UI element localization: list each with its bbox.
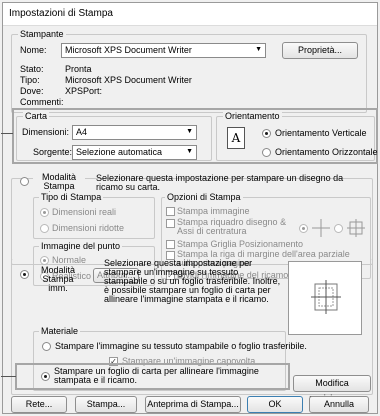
ok-button[interactable]: OK bbox=[247, 396, 303, 413]
printer-legend: Stampante bbox=[18, 29, 66, 39]
actual-size-radio[interactable] bbox=[40, 208, 49, 217]
paper-source-value: Selezione automatica bbox=[76, 147, 163, 157]
align-sheet-radio[interactable] bbox=[41, 372, 50, 381]
properties-button[interactable]: Proprietà... bbox=[282, 42, 358, 59]
printer-name-label: Nome: bbox=[20, 45, 47, 55]
print-options-legend: Opzioni di Stampa bbox=[165, 192, 243, 202]
dialog-title: Impostazioni di Stampa bbox=[9, 8, 113, 19]
image-mode-description: Selezionare questa impostazione per stam… bbox=[104, 258, 281, 304]
print-type-group: Tipo di Stampa Dimensioni reali Dimensio… bbox=[33, 192, 155, 239]
printer-name-select[interactable]: Microsoft XPS Document Writer ▼ bbox=[61, 43, 266, 58]
print-button[interactable]: Stampa... bbox=[75, 396, 137, 413]
portrait-page-icon: A bbox=[227, 127, 245, 149]
cancel-button[interactable]: Annulla bbox=[309, 396, 369, 413]
printer-group: Stampante Nome: Microsoft XPS Document W… bbox=[11, 29, 367, 113]
paper-group: Carta Dimensioni: A4 ▼ Sorgente: Selezio… bbox=[16, 111, 212, 161]
print-settings-dialog: Impostazioni di Stampa Stampante Nome: M… bbox=[1, 2, 378, 414]
network-button[interactable]: Rete... bbox=[11, 396, 67, 413]
paper-source-label: Sorgente: bbox=[33, 147, 73, 157]
stitch-image-legend: Immagine del punto bbox=[39, 241, 123, 251]
portrait-label[interactable]: Orientamento Verticale bbox=[275, 128, 367, 138]
callout-line-bottom bbox=[1, 376, 16, 377]
image-mode-label[interactable]: Modalità Stampa imm. bbox=[33, 266, 83, 293]
actual-size-label[interactable]: Dimensioni reali bbox=[52, 207, 116, 217]
framed-axes-icon bbox=[347, 219, 365, 237]
where-value: XPSPort: bbox=[65, 86, 103, 96]
portrait-radio[interactable] bbox=[262, 129, 271, 138]
landscape-radio[interactable] bbox=[262, 148, 271, 157]
crosshair-axes-icon bbox=[312, 219, 330, 237]
axes-style-radio-2[interactable] bbox=[334, 224, 343, 233]
orientation-legend: Orientamento bbox=[223, 111, 282, 121]
orientation-icon-letter: A bbox=[231, 131, 241, 145]
opt-frame-checkbox[interactable] bbox=[166, 219, 175, 228]
callout-line-top bbox=[1, 133, 13, 134]
print-preview-button[interactable]: Anteprima di Stampa... bbox=[145, 396, 241, 413]
opt-image-checkbox[interactable] bbox=[166, 207, 175, 216]
print-type-legend: Tipo di Stampa bbox=[39, 192, 104, 202]
reduced-size-radio[interactable] bbox=[40, 224, 49, 233]
fabric-label[interactable]: Stampare l'immagine su tessuto stampabil… bbox=[55, 341, 307, 351]
landscape-label[interactable]: Orientamento Orizzontale bbox=[275, 147, 378, 157]
image-mode-radio[interactable] bbox=[20, 270, 29, 279]
paper-size-select[interactable]: A4 ▼ bbox=[72, 125, 197, 140]
reduced-size-label[interactable]: Dimensioni ridotte bbox=[52, 223, 124, 233]
opt-image-label[interactable]: Stampa immagine bbox=[177, 206, 250, 216]
status-label: Stato: bbox=[20, 64, 44, 74]
align-sheet-label[interactable]: Stampare un foglio di carta per allinear… bbox=[54, 367, 280, 385]
chevron-down-icon: ▼ bbox=[255, 46, 262, 53]
material-legend: Materiale bbox=[39, 326, 81, 336]
title-bar: Impostazioni di Stampa bbox=[3, 3, 377, 26]
type-label: Tipo: bbox=[20, 75, 40, 85]
comment-label: Commenti: bbox=[20, 97, 64, 107]
alignment-target-icon bbox=[311, 280, 341, 314]
position-preview bbox=[288, 261, 362, 335]
embroidery-mode-radio[interactable] bbox=[20, 177, 29, 186]
opt-grid-label[interactable]: Stampa Griglia Posizionamento bbox=[177, 239, 303, 249]
modify-position-button[interactable]: Modifica posizione... bbox=[293, 375, 371, 403]
printer-name-value: Microsoft XPS Document Writer bbox=[65, 45, 192, 55]
paper-source-select[interactable]: Selezione automatica ▼ bbox=[72, 145, 197, 160]
where-label: Dove: bbox=[20, 86, 44, 96]
status-value: Pronta bbox=[65, 64, 92, 74]
embroidery-mode-description: Selezionare questa impostazione per stam… bbox=[96, 173, 344, 192]
orientation-group: Orientamento A Orientamento Verticale Or… bbox=[216, 111, 378, 161]
fabric-radio[interactable] bbox=[42, 342, 51, 351]
paper-size-value: A4 bbox=[76, 127, 88, 137]
paper-size-label: Dimensioni: bbox=[22, 127, 70, 137]
axes-style-radio-1[interactable] bbox=[299, 224, 308, 233]
type-value: Microsoft XPS Document Writer bbox=[65, 75, 192, 85]
paper-legend: Carta bbox=[23, 111, 50, 121]
opt-frame-label[interactable]: Stampa riquadro disegno & Assi di centra… bbox=[177, 218, 287, 236]
chevron-down-icon: ▼ bbox=[186, 148, 193, 155]
chevron-down-icon: ▼ bbox=[186, 128, 193, 135]
opt-grid-checkbox[interactable] bbox=[166, 240, 175, 249]
